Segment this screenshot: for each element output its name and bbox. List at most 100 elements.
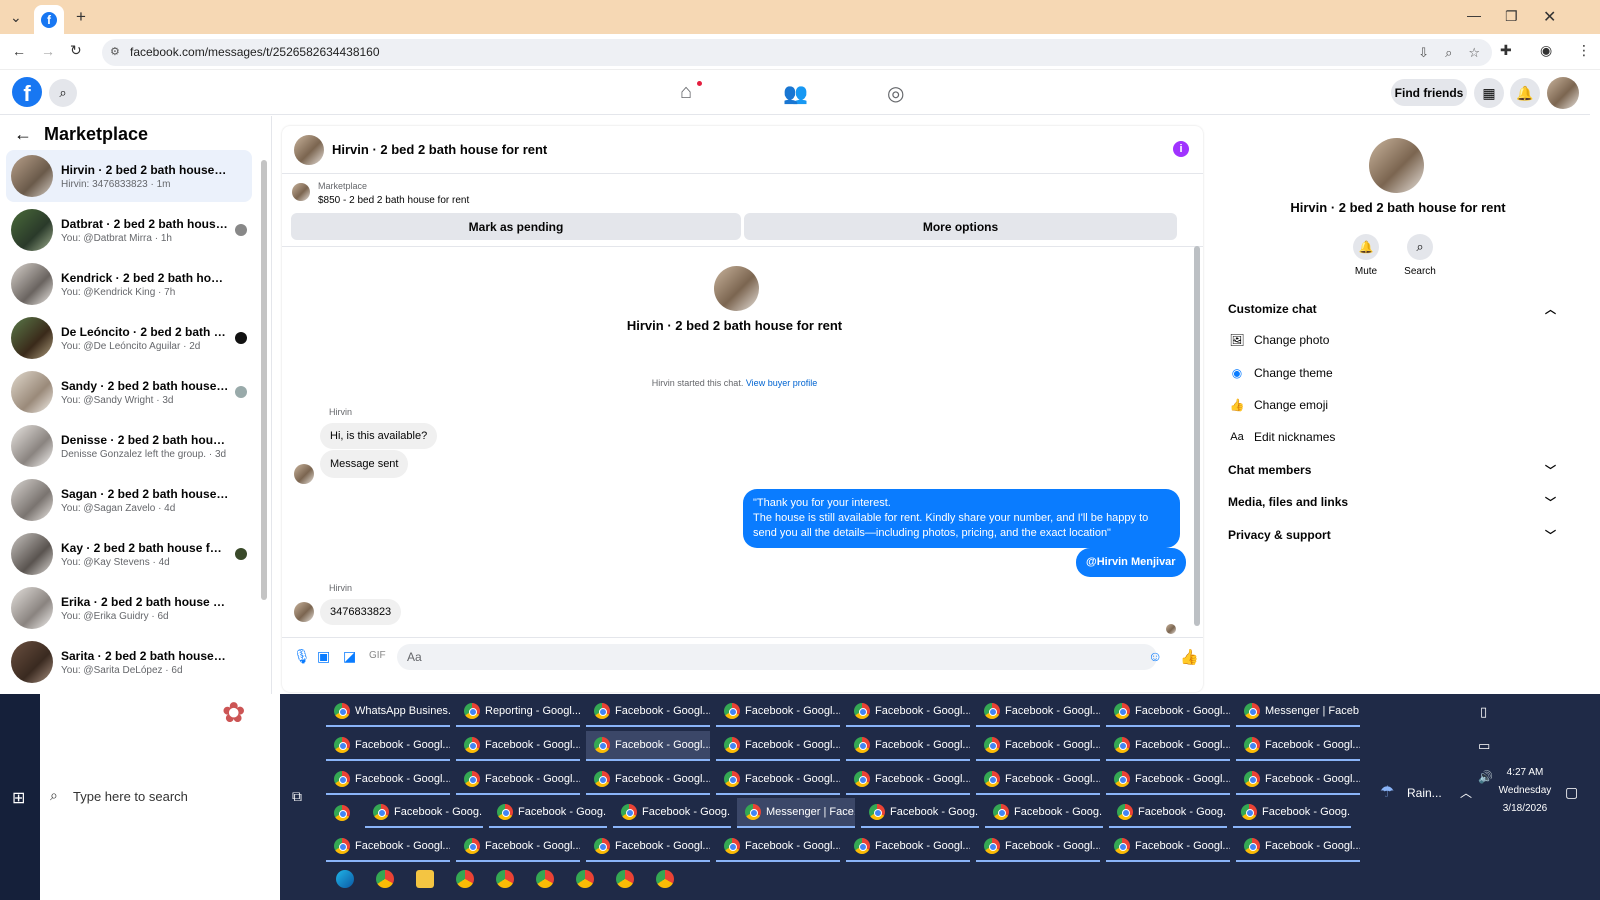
change-theme-item[interactable]: ◉ Change theme xyxy=(1228,366,1333,380)
tab-list-icon[interactable]: ⌄ xyxy=(10,9,22,26)
taskbar-window-button[interactable]: Facebook - Goog... xyxy=(861,798,979,828)
file-explorer-icon[interactable] xyxy=(416,870,434,888)
extensions-icon[interactable]: ✚ xyxy=(1500,42,1512,59)
taskbar-window-button[interactable]: Messenger | Faceb... xyxy=(1236,697,1360,727)
notifications-bell-icon[interactable]: 🔔 xyxy=(1510,78,1540,108)
taskbar-window-button[interactable]: Facebook - Googl... xyxy=(326,765,450,795)
new-tab-icon[interactable]: + xyxy=(76,7,86,27)
view-buyer-profile-link[interactable]: View buyer profile xyxy=(746,378,817,388)
conversation-item[interactable]: Datbrat · 2 bed 2 bath house ... You: @Da… xyxy=(6,204,252,256)
weather-text[interactable]: Rain... xyxy=(1407,786,1442,800)
outgoing-message[interactable]: "Thank you for your interest. The house … xyxy=(743,489,1180,548)
taskbar-window-button[interactable]: Facebook - Googl... xyxy=(586,765,710,795)
taskbar-window-button[interactable]: Reporting - Googl... xyxy=(456,697,580,727)
notifications-icon[interactable]: ▢ xyxy=(1565,784,1578,801)
taskbar-window-button[interactable]: Facebook - Googl... xyxy=(846,765,970,795)
search-label[interactable]: Search xyxy=(1398,266,1442,277)
active-tab[interactable]: f xyxy=(34,5,64,34)
thumbs-up-icon[interactable]: 👍 xyxy=(1180,648,1199,666)
taskbar-window-button[interactable]: Facebook - Googl... xyxy=(976,832,1100,862)
groups-icon[interactable]: ◎ xyxy=(887,81,904,106)
close-window-icon[interactable]: ✕ xyxy=(1543,7,1556,27)
photo-icon[interactable]: ▣ xyxy=(317,648,330,665)
taskbar-window-button[interactable]: Facebook - Goog... xyxy=(1109,798,1227,828)
gif-icon[interactable]: GIF xyxy=(369,650,386,661)
back-icon[interactable]: ← xyxy=(12,43,26,59)
conversation-item[interactable]: Sandy · 2 bed 2 bath house fo... You: @Sa… xyxy=(6,366,252,418)
back-arrow-icon[interactable]: ← xyxy=(14,124,32,145)
taskbar-window-button[interactable]: Facebook - Goog... xyxy=(613,798,731,828)
conversation-item[interactable]: Sarita · 2 bed 2 bath house for r...You:… xyxy=(6,636,252,688)
account-avatar[interactable] xyxy=(1547,77,1579,109)
taskbar-window-button[interactable]: Facebook - Googl... xyxy=(1106,832,1230,862)
conversation-item[interactable]: Kendrick · 2 bed 2 bath house f...You: @… xyxy=(6,258,252,310)
taskbar-window-button[interactable]: Facebook - Googl... xyxy=(1236,765,1360,795)
install-icon[interactable]: ⇩ xyxy=(1418,39,1429,66)
sticker-icon[interactable]: ◪ xyxy=(343,648,356,665)
tray-chevron-icon[interactable]: ︿ xyxy=(1460,784,1472,801)
taskbar-window-button[interactable]: Facebook - Goog... xyxy=(985,798,1103,828)
taskbar-window-button[interactable]: Facebook - Googl... xyxy=(846,832,970,862)
taskbar-window-button[interactable]: Facebook - Googl... xyxy=(1106,697,1230,727)
chrome-icon[interactable] xyxy=(456,870,474,888)
weather-rain-icon[interactable]: ☂ xyxy=(1380,782,1394,802)
menu-grid-icon[interactable]: ▦ xyxy=(1474,78,1504,108)
emoji-icon[interactable]: ☺ xyxy=(1148,648,1162,664)
taskbar-window-button[interactable]: Facebook - Googl... xyxy=(716,697,840,727)
taskbar-window-button[interactable]: Facebook - Googl... xyxy=(976,731,1100,761)
chat-title[interactable]: Hirvin · 2 bed 2 bath house for rent xyxy=(332,142,547,157)
taskbar-window-button[interactable]: Facebook - Goog... xyxy=(489,798,607,828)
incoming-message[interactable]: Hi, is this available? xyxy=(320,423,438,449)
chrome-icon[interactable] xyxy=(656,870,674,888)
taskbar-window-button[interactable]: Facebook - Googl... xyxy=(716,731,840,761)
url-field[interactable]: ⚙ facebook.com/messages/t/25265826344381… xyxy=(102,39,1492,66)
taskbar-window-button[interactable]: Facebook - Googl... xyxy=(1106,731,1230,761)
taskbar-window-button[interactable]: Facebook - Googl... xyxy=(846,731,970,761)
edit-nicknames-item[interactable]: Aa Edit nicknames xyxy=(1228,430,1335,444)
reload-icon[interactable]: ↻ xyxy=(70,42,82,59)
chrome-icon[interactable] xyxy=(576,870,594,888)
chrome-icon[interactable] xyxy=(496,870,514,888)
search-icon[interactable]: ⌕ xyxy=(49,79,77,107)
customize-chat-section[interactable]: Customize chat ︿ xyxy=(1228,302,1568,316)
taskbar-window-button[interactable]: Facebook - Googl... xyxy=(1106,765,1230,795)
display-icon[interactable]: ▭ xyxy=(1478,738,1490,754)
taskbar-window-button[interactable]: Facebook - Googl... xyxy=(586,832,710,862)
incoming-message[interactable]: 3476833823 xyxy=(320,599,402,625)
mute-label[interactable]: Mute xyxy=(1344,266,1388,277)
facebook-logo-icon[interactable]: f xyxy=(12,77,42,107)
home-icon[interactable]: ⌂ xyxy=(680,81,692,104)
more-options-button[interactable]: More options xyxy=(744,213,1177,240)
conversation-item[interactable]: Sagan · 2 bed 2 bath house for r...You: … xyxy=(6,474,252,526)
clock[interactable]: 4:27 AM Wednesday 3/18/2026 xyxy=(1490,764,1560,818)
change-photo-item[interactable]: 🖼 Change photo xyxy=(1228,333,1329,347)
taskbar-window-button[interactable]: WhatsApp Busines... xyxy=(326,697,450,727)
site-info-icon[interactable]: ⚙ xyxy=(110,39,120,66)
conversation-item[interactable]: Kay · 2 bed 2 bath house for r... You: @K… xyxy=(6,528,252,580)
find-friends-button[interactable]: Find friends xyxy=(1391,79,1467,106)
conversation-item[interactable]: De Leóncito · 2 bed 2 bath ho... You: @De… xyxy=(6,312,252,364)
menu-dots-icon[interactable]: ⋮ xyxy=(1577,42,1591,59)
mark-as-pending-button[interactable]: Mark as pending xyxy=(291,213,741,240)
profile-icon[interactable]: ◉ xyxy=(1540,42,1552,59)
taskbar-window-button[interactable]: Facebook - Googl... xyxy=(716,832,840,862)
taskbar-window-button[interactable]: Facebook - Googl... xyxy=(846,697,970,727)
taskbar-window-button[interactable]: Facebook - Googl... xyxy=(456,832,580,862)
taskbar-window-button[interactable]: Messenger | Face... xyxy=(737,798,855,828)
taskbar-window-button[interactable]: Facebook - Googl... xyxy=(976,765,1100,795)
conversation-item[interactable]: Hirvin · 2 bed 2 bath house for r...Hirv… xyxy=(6,150,252,202)
forward-icon[interactable]: → xyxy=(41,43,55,59)
taskbar-search[interactable]: ⌕ Type here to search ✿ xyxy=(40,694,280,900)
chat-avatar[interactable] xyxy=(294,134,324,165)
taskbar-window-button[interactable]: Facebook - Googl... xyxy=(586,697,710,727)
zoom-icon[interactable]: ⌕ xyxy=(1445,39,1452,66)
edge-icon[interactable] xyxy=(336,870,354,888)
taskbar-window-button[interactable]: Facebook - Googl... xyxy=(1236,731,1360,761)
chrome-icon[interactable] xyxy=(616,870,634,888)
mention-message[interactable]: @Hirvin Menjivar xyxy=(1076,548,1186,577)
privacy-support-section[interactable]: Privacy & support ﹀ xyxy=(1228,528,1568,542)
conversation-item[interactable]: Denisse · 2 bed 2 bath house for...Denis… xyxy=(6,420,252,472)
taskbar-window-button[interactable]: Facebook - Googl... xyxy=(326,832,450,862)
search-icon[interactable]: ⌕ xyxy=(1407,234,1433,260)
taskbar-window-button[interactable]: Facebook - Googl... xyxy=(326,731,450,761)
